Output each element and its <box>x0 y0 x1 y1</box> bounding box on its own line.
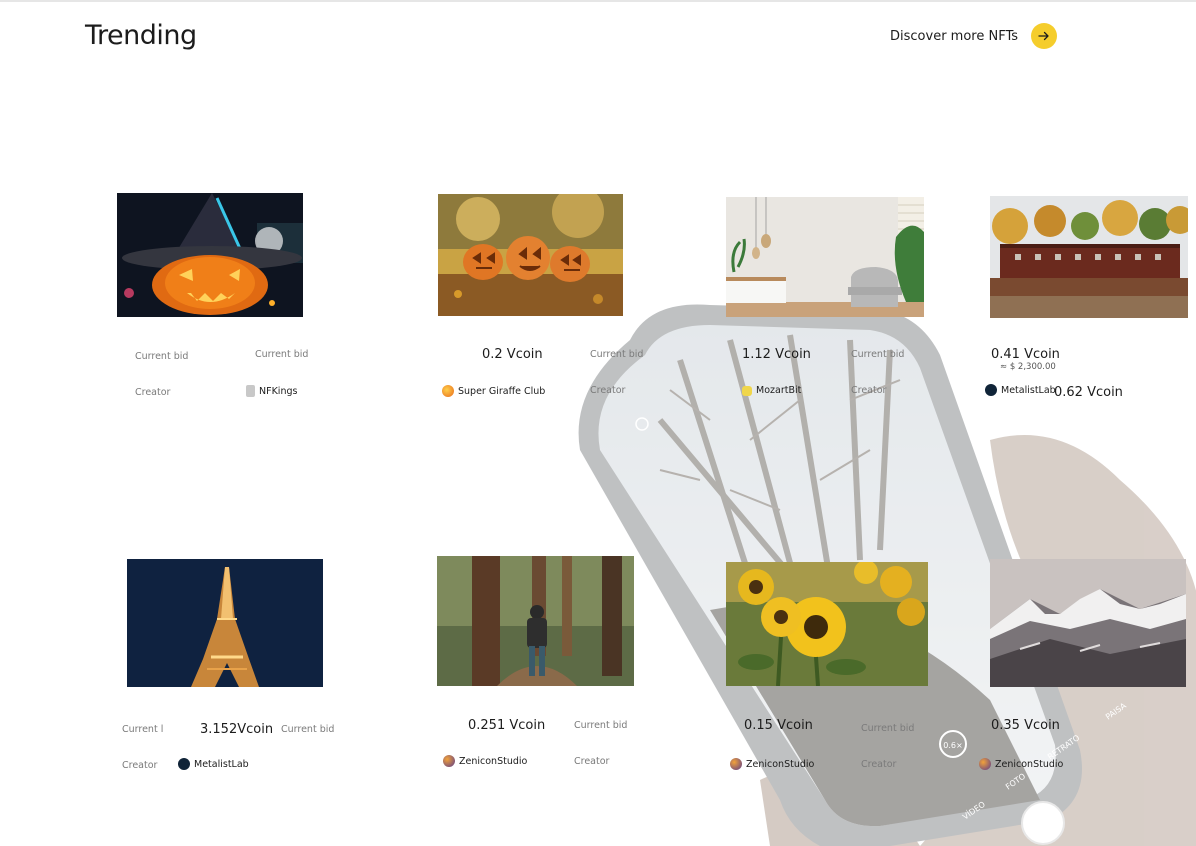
creator-label: Creator <box>135 387 171 398</box>
creator-label: Creator <box>851 385 887 396</box>
price: 1.12 Vcoin <box>742 347 811 362</box>
creator-avatar <box>443 755 455 767</box>
creator-name[interactable]: MetalistLab <box>985 384 1056 396</box>
current-bid-label: Current bid <box>135 351 189 362</box>
nft-image-boathouse-lake[interactable] <box>990 196 1188 318</box>
creator-label: Creator <box>574 756 610 767</box>
creator-name[interactable]: ZeniconStudio <box>730 758 814 770</box>
usd-price: ≈ $ 2,300.00 <box>1000 362 1056 372</box>
current-bid-label: Current bid <box>255 349 309 360</box>
current-bid-label: Current bid <box>281 724 335 735</box>
current-bid-label: Current bid <box>861 723 915 734</box>
arrow-right-icon[interactable] <box>1031 23 1058 49</box>
price: 0.41 Vcoin <box>991 347 1060 362</box>
nft-image-pumpkins-autumn[interactable] <box>438 194 623 316</box>
creator-name[interactable]: Super Giraffe Club <box>442 385 545 397</box>
current-bid-label: Current bid <box>574 720 628 731</box>
creator-avatar <box>985 384 997 396</box>
price: 0.62 Vcoin <box>1054 385 1123 400</box>
price: 0.35 Vcoin <box>991 718 1060 733</box>
creator-avatar <box>246 385 255 397</box>
page-title: Trending <box>85 20 197 51</box>
price: 0.2 Vcoin <box>482 347 543 362</box>
creator-name-text: NFKings <box>259 385 298 397</box>
discover-more-link[interactable]: Discover more NFTs <box>890 23 1058 49</box>
creator-label: Creator <box>861 759 897 770</box>
creator-avatar <box>742 385 752 396</box>
creator-name-text: MetalistLab <box>194 758 249 770</box>
nft-image-forest-hiker[interactable] <box>437 556 634 686</box>
nft-image-halloween-pumpkin[interactable] <box>117 193 303 317</box>
creator-name-text: ZeniconStudio <box>459 755 528 767</box>
creator-label: Creator <box>590 385 626 396</box>
nft-image-living-room[interactable] <box>726 197 924 317</box>
creator-name[interactable]: MetalistLab <box>178 758 249 770</box>
creator-name-text: MetalistLab <box>1001 384 1056 396</box>
creator-name-text: Super Giraffe Club <box>458 385 546 397</box>
camera-mode-video: VÍDEO <box>960 798 987 822</box>
creator-name-text: ZeniconStudio <box>746 758 815 770</box>
price: 3.152Vcoin <box>200 722 274 737</box>
nft-image-sunflowers[interactable] <box>726 562 928 686</box>
zoom-label: 0.6× <box>943 741 962 750</box>
creator-name[interactable]: NFKings <box>246 385 297 397</box>
nft-image-snowy-mountains[interactable] <box>990 559 1186 687</box>
creator-name-text: MozartBit <box>756 385 802 396</box>
creator-label: Creator <box>122 760 158 771</box>
price: 0.15 Vcoin <box>744 718 813 733</box>
creator-name-text: ZeniconStudio <box>995 758 1064 770</box>
creator-name[interactable]: MozartBit <box>742 385 801 396</box>
creator-avatar <box>979 758 991 770</box>
nft-image-eiffel-tower[interactable] <box>127 559 323 687</box>
price: 0.251 Vcoin <box>468 718 546 733</box>
current-bid-label: Current bid <box>590 349 644 360</box>
discover-more-label: Discover more NFTs <box>890 28 1019 44</box>
creator-avatar <box>442 385 454 397</box>
creator-avatar <box>730 758 742 770</box>
current-bid-label: Current bid <box>851 349 905 360</box>
top-divider <box>0 0 1196 2</box>
creator-avatar <box>178 758 190 770</box>
camera-mode-landscape: PAISA <box>1104 701 1128 722</box>
current-bid-label: Current l <box>122 724 164 735</box>
creator-name[interactable]: ZeniconStudio <box>443 755 527 767</box>
camera-mode-photo: FOTO <box>1004 772 1027 792</box>
creator-name[interactable]: ZeniconStudio <box>979 758 1063 770</box>
